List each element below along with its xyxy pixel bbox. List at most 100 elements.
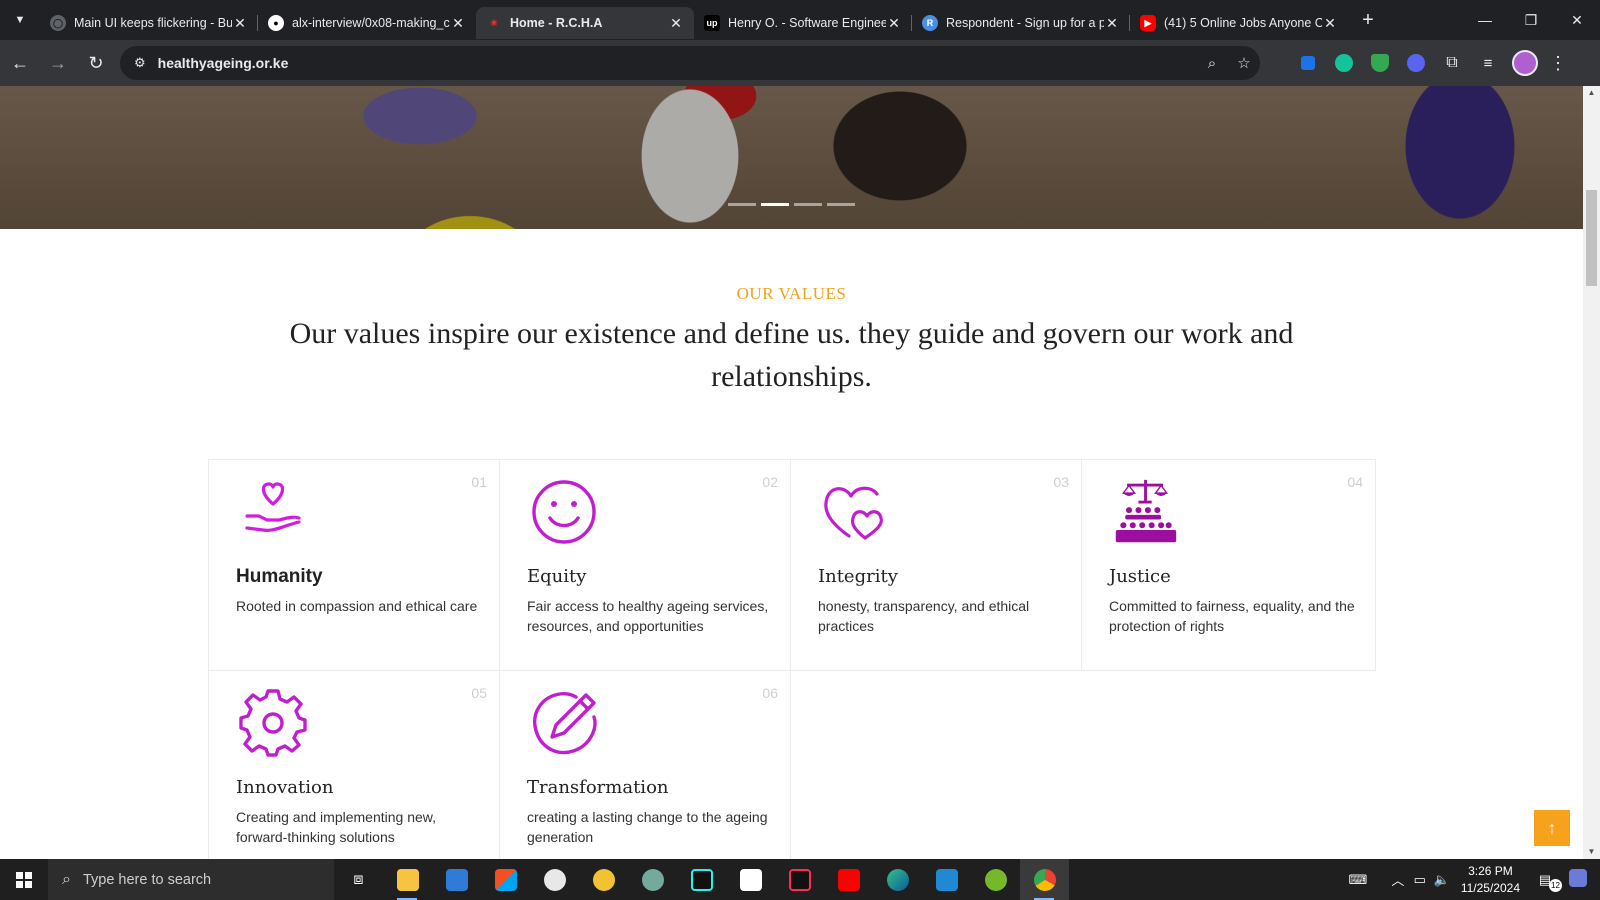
tab-title: Henry O. - Software Enginee [728, 16, 886, 30]
browser-toolbar: ← → ↻ ⚙ healthyageing.or.ke ⌕ ☆ ⧉ ≡ ⋮ [0, 40, 1600, 86]
browser-tab[interactable]: up Henry O. - Software Enginee ✕ [694, 7, 912, 39]
heart-hand-icon [245, 482, 301, 532]
chevron-up-icon[interactable]: ︿ [1387, 870, 1409, 889]
forward-arrow-icon[interactable]: → [40, 45, 76, 81]
value-card-equity: 02 Equity Fair access to healthy ageing … [499, 459, 791, 671]
site-icon: ✳ [490, 17, 498, 28]
slider-dot[interactable] [827, 203, 855, 206]
keyboard-layout-icon[interactable]: ⌨ [1347, 872, 1369, 888]
card-title: Humanity [236, 566, 323, 587]
search-icon: ⌕ [62, 870, 71, 888]
extensions-area: ⧉ ≡ ⋮ [1290, 48, 1572, 78]
youtube-app-icon[interactable] [824, 859, 873, 900]
grammarly-icon[interactable] [1326, 48, 1362, 78]
card-number: 04 [1347, 474, 1363, 490]
system-tray: ⌨ ︿ ▭ 🔈 3:26 PM 11/25/2024 ▤ 12 [1347, 859, 1600, 900]
page-scrollbar[interactable]: ▲ ▼ [1583, 86, 1600, 859]
card-description: Rooted in compassion and ethical care [236, 598, 478, 614]
url-text[interactable]: healthyageing.or.ke [158, 55, 1196, 71]
browser-tab[interactable]: ● alx-interview/0x08-making_c ✕ [258, 7, 476, 39]
windows-start-icon[interactable] [0, 859, 48, 900]
tab-title: alx-interview/0x08-making_c [292, 16, 450, 30]
card-description: Creating and implementing new, forward-t… [236, 809, 437, 845]
menu-kebab-icon[interactable]: ⋮ [1544, 53, 1572, 74]
scroll-down-arrow-icon[interactable]: ▼ [1583, 845, 1600, 859]
shield-icon[interactable] [1362, 48, 1398, 78]
chatgpt-icon[interactable] [530, 859, 579, 900]
tab-title: Home - R.C.H.A [510, 16, 603, 30]
upwork-icon: up [704, 15, 720, 31]
chatgpt-green-icon[interactable] [628, 859, 677, 900]
card-description: creating a lasting change to the ageing … [527, 809, 768, 845]
page-viewport: OUR VALUES Our values inspire our existe… [0, 86, 1600, 859]
zoom-icon[interactable]: ⌕ [1196, 55, 1228, 72]
store-icon[interactable] [481, 859, 530, 900]
reload-icon[interactable]: ↻ [78, 45, 114, 81]
taskbar-clock[interactable]: 3:26 PM 11/25/2024 [1461, 863, 1520, 897]
clock-time: 3:26 PM [1468, 863, 1513, 878]
close-window-icon[interactable]: ✕ [1554, 0, 1600, 40]
utorrent-icon[interactable] [971, 859, 1020, 900]
globe-icon: ◯ [50, 15, 66, 31]
tab-strip: ▼ ◯ Main UI keeps flickering - Bu ✕ ● al… [0, 0, 1600, 40]
chrome-icon[interactable] [1020, 859, 1069, 900]
browser-tab[interactable]: R Respondent - Sign up for a p ✕ [912, 7, 1130, 39]
task-view-icon[interactable]: ⧈ [334, 859, 383, 900]
slider-dot[interactable] [794, 203, 822, 206]
address-bar[interactable]: ⚙ healthyageing.or.ke ⌕ ☆ [120, 46, 1260, 80]
hero-slider-image [0, 86, 1583, 229]
app-round-icon[interactable] [579, 859, 628, 900]
card-number: 05 [471, 685, 487, 701]
tab-title: Main UI keeps flickering - Bu [74, 16, 232, 30]
scales-icon [1115, 479, 1177, 543]
close-icon[interactable]: ✕ [668, 15, 684, 32]
capcut-icon[interactable] [726, 859, 775, 900]
notifications-icon[interactable]: ▤ 12 [1534, 872, 1562, 892]
value-card-integrity: 03 Integrity honesty, transparency, and … [790, 459, 1082, 671]
respondent-icon: R [922, 15, 938, 31]
browser-tab-active[interactable]: ✳ Home - R.C.H.A ✕ [476, 7, 694, 39]
minimize-icon[interactable]: — [1462, 0, 1508, 40]
mail-icon[interactable] [432, 859, 481, 900]
volume-icon[interactable]: 🔈 [1431, 872, 1453, 888]
new-tab-button[interactable]: + [1352, 9, 1384, 32]
close-icon[interactable]: ✕ [450, 15, 466, 32]
weather-widget-icon[interactable] [1556, 869, 1600, 890]
browser-tab[interactable]: ◯ Main UI keeps flickering - Bu ✕ [40, 7, 258, 39]
scrollbar-thumb[interactable] [1586, 190, 1597, 286]
network-icon[interactable]: ▭ [1409, 872, 1431, 888]
slider-dot-active[interactable] [761, 203, 789, 206]
slider-dot[interactable] [728, 203, 756, 206]
youtube-icon: ▶ [1140, 15, 1156, 31]
close-icon[interactable]: ✕ [1322, 15, 1338, 32]
taskbar-search-box[interactable]: ⌕ Type here to search [48, 859, 334, 900]
bookmark-star-icon[interactable]: ☆ [1228, 54, 1260, 72]
browser-tab[interactable]: ▶ (41) 5 Online Jobs Anyone C ✕ [1130, 7, 1348, 39]
extensions-puzzle-icon[interactable]: ⧉ [1434, 48, 1470, 78]
scroll-to-top-button[interactable]: ↑ [1534, 810, 1570, 846]
github-icon: ● [268, 15, 284, 31]
scroll-up-arrow-icon[interactable]: ▲ [1583, 86, 1600, 100]
restore-icon[interactable]: ❐ [1508, 0, 1554, 40]
edge-icon[interactable] [873, 859, 922, 900]
extension-puzzle-blue-icon[interactable] [1290, 48, 1326, 78]
close-icon[interactable]: ✕ [232, 15, 248, 32]
close-icon[interactable]: ✕ [886, 15, 902, 32]
card-title: Innovation [236, 777, 334, 798]
section-heading: Our values inspire our existence and def… [289, 317, 1294, 393]
close-icon[interactable]: ✕ [1104, 15, 1120, 32]
media-control-icon[interactable]: ≡ [1470, 48, 1506, 78]
tiktok-icon[interactable] [677, 859, 726, 900]
value-card-humanity: 01 Humanity Rooted in compassion and eth… [208, 459, 500, 671]
hearts-icon [824, 486, 883, 540]
back-arrow-icon[interactable]: ← [2, 45, 38, 81]
tiktok-icon[interactable] [775, 859, 824, 900]
site-info-icon[interactable]: ⚙ [134, 55, 146, 71]
value-card-transformation: 06 Transformation creating a lasting cha… [499, 670, 791, 859]
discord-icon[interactable] [1398, 48, 1434, 78]
gear-icon [239, 689, 307, 757]
profile-avatar[interactable] [1512, 50, 1538, 76]
tab-search-chevron-icon[interactable]: ▼ [0, 0, 40, 40]
file-explorer-icon[interactable] [383, 859, 432, 900]
vscode-icon[interactable] [922, 859, 971, 900]
